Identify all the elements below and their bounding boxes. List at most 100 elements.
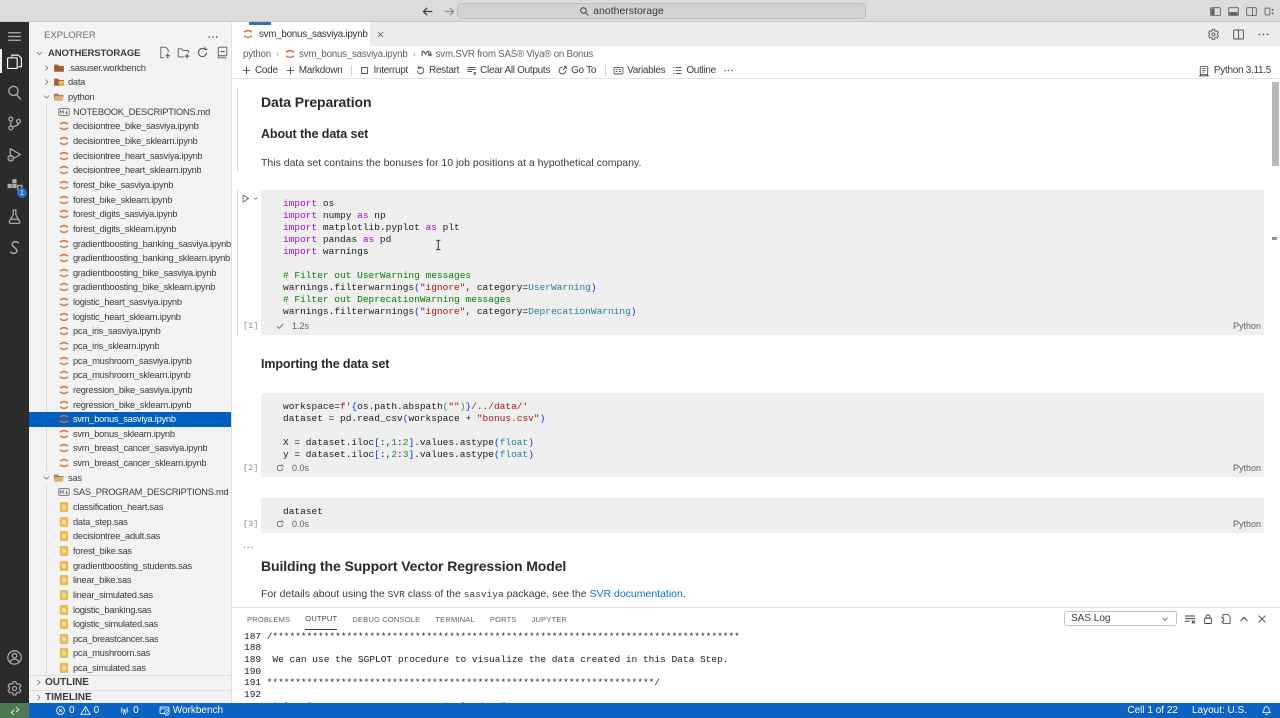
close-button[interactable] [1256, 613, 1268, 625]
collapse-all-button[interactable] [215, 46, 228, 59]
tree-item[interactable]: gradientboosting_bike_sasviya.ipynb [29, 265, 232, 280]
tab-close-icon[interactable] [376, 30, 385, 39]
output-channel-select[interactable]: SAS Log [1064, 611, 1177, 626]
panel-tab-terminal[interactable]: TERMINAL [435, 608, 475, 630]
sidebar-more-button[interactable] [207, 31, 219, 43]
tree-item[interactable]: forest_digits_sasviya.ipynb [29, 207, 232, 222]
activity-bar-item-run-and-debug[interactable] [0, 140, 29, 168]
cell-code[interactable]: dataset [283, 506, 323, 518]
tree-item[interactable]: data_step.sas [29, 514, 232, 529]
notebook-scrollbar[interactable] [1272, 82, 1279, 166]
tree-item[interactable]: gradientboosting_banking_sklearn.ipynb [29, 251, 232, 266]
panel-tab-output[interactable]: OUTPUT [305, 608, 337, 630]
tree-item[interactable]: regression_bike_sasviya.ipynb [29, 383, 232, 398]
tree-item[interactable]: decisiontree_bike_sasviya.ipynb [29, 119, 232, 134]
tree-item[interactable]: gradientboosting_bike_sklearn.ipynb [29, 280, 232, 295]
refresh-button[interactable] [196, 46, 209, 59]
status-warning-triangle[interactable]: 0 [80, 705, 100, 716]
activity-bar-item-sas[interactable] [0, 233, 29, 261]
tree-item[interactable]: pca_mushroom_sasviya.ipynb [29, 353, 232, 368]
tree-item[interactable]: svm_breast_cancer_sasviya.ipynb [29, 441, 232, 456]
tree-item[interactable]: data [29, 75, 232, 90]
tree-item[interactable]: logistic_banking.sas [29, 602, 232, 617]
toolbar-code-button[interactable]: Code [241, 65, 278, 76]
tree-item[interactable]: SAS_PROGRAM_DESCRIPTIONS.md [29, 485, 232, 500]
forward-button[interactable] [443, 3, 456, 19]
code-cell-1[interactable]: import osimport numpy as npimport matplo… [261, 190, 1264, 335]
clear-output-button[interactable] [1184, 613, 1196, 625]
back-button[interactable] [421, 3, 434, 19]
activity-bar-item-source-control[interactable] [0, 109, 29, 137]
section-timeline[interactable]: TIMELINE [29, 690, 231, 704]
svr-documentation-link[interactable]: SVR documentation [589, 588, 682, 600]
tree-item[interactable]: classification_heart.sas [29, 500, 232, 515]
tree-item[interactable]: decisiontree_adult.sas [29, 529, 232, 544]
tree-item[interactable]: gradientboosting_banking_sasviya.ipynb [29, 236, 232, 251]
collapsed-indicator[interactable]: ... [243, 540, 254, 551]
activity-bar-item-manage[interactable] [0, 674, 29, 702]
tree-item[interactable]: pca_breastcancer.sas [29, 631, 232, 646]
tree-item[interactable]: .sasuser.workbench [29, 61, 232, 76]
tree-item[interactable]: python [29, 90, 232, 105]
activity-bar-item-menu[interactable] [0, 22, 29, 50]
status-radio-tower[interactable]: 0 [119, 705, 139, 716]
activity-bar-item-explorer[interactable] [0, 47, 29, 75]
layout-panel-button[interactable] [1228, 6, 1239, 17]
tree-item[interactable]: svm_bonus_sklearn.ipynb [29, 427, 232, 442]
panel-tab-debug-console[interactable]: DEBUG CONSOLE [352, 608, 420, 630]
tab-more-button[interactable] [1257, 28, 1270, 41]
panel-tab-jupyter[interactable]: JUPYTER [532, 608, 568, 630]
panel-tab-problems[interactable]: PROBLEMS [247, 608, 290, 630]
tree-item[interactable]: decisiontree_heart_sklearn.ipynb [29, 163, 232, 178]
activity-bar-item-extensions[interactable]: 1 [0, 171, 29, 199]
panel-output[interactable]: 187 /***********************************… [244, 631, 740, 713]
kernel-picker[interactable]: Python 3.11.5 [1198, 62, 1271, 79]
tree-item[interactable]: logistic_heart_sklearn.ipynb [29, 309, 232, 324]
panel-tab-ports[interactable]: PORTS [490, 608, 517, 630]
tree-item[interactable]: regression_bike_sklearn.ipynb [29, 397, 232, 412]
toolbar-interrupt-button[interactable]: Interrupt [359, 65, 408, 76]
toolbar-clear-all-outputs-button[interactable]: Clear All Outputs [466, 65, 550, 76]
layout-sidebar-left-button[interactable] [1210, 6, 1221, 17]
tree-item[interactable]: sas [29, 470, 232, 485]
tree-item[interactable]: pca_mushroom.sas [29, 646, 232, 661]
toolbar-restart-button[interactable]: Restart [415, 65, 459, 76]
run-cell-button[interactable] [240, 193, 259, 204]
tree-item[interactable]: pca_simulated.sas [29, 661, 232, 676]
code-cell-3[interactable]: dataset[3]0.0sPython [261, 498, 1264, 533]
toolbar-variables-button[interactable]: Variables [613, 65, 665, 76]
toolbar-more-button[interactable] [723, 65, 734, 76]
tree-item[interactable]: pca_iris_sklearn.ipynb [29, 339, 232, 354]
status-layout-u-s-[interactable]: Layout: U.S. [1192, 705, 1247, 716]
new-folder-button[interactable] [177, 46, 190, 59]
new-file-button[interactable] [158, 46, 171, 59]
lock-button[interactable] [1202, 613, 1214, 625]
activity-bar-item-search[interactable] [0, 78, 29, 106]
tree-item[interactable]: pca_iris_sasviya.ipynb [29, 324, 232, 339]
tree-item[interactable]: decisiontree_bike_sklearn.ipynb [29, 134, 232, 149]
tree-item[interactable]: pca_mushroom_sklearn.ipynb [29, 368, 232, 383]
tree-item[interactable]: NOTEBOOK_DESCRIPTIONS.md [29, 104, 232, 119]
cell-code[interactable]: import osimport numpy as npimport matplo… [283, 198, 636, 318]
layout-sidebar-right-button[interactable] [1246, 6, 1257, 17]
breadcrumb-item[interactable]: svm_bonus_sasviya.ipynb [284, 48, 407, 60]
tree-item[interactable]: logistic_simulated.sas [29, 617, 232, 632]
tree-item[interactable]: linear_simulated.sas [29, 588, 232, 603]
tree-item[interactable]: forest_bike_sklearn.ipynb [29, 192, 232, 207]
activity-bar-item-testing[interactable] [0, 202, 29, 230]
cell-code[interactable]: workspace=f'{os.path.abspath("")}/../dat… [283, 401, 545, 461]
breadcrumb-item[interactable]: python [243, 49, 271, 60]
open-editor-button[interactable] [1220, 613, 1232, 625]
status-error-circle[interactable]: 0 [55, 705, 75, 716]
code-cell-2[interactable]: workspace=f'{os.path.abspath("")}/../dat… [261, 393, 1264, 477]
tree-item[interactable]: decisiontree_heart_sasviya.ipynb [29, 148, 232, 163]
tree-item[interactable]: forest_bike.sas [29, 544, 232, 559]
activity-bar-item-accounts[interactable] [0, 643, 29, 671]
status-cell-1-of-22[interactable]: Cell 1 of 22 [1127, 705, 1178, 716]
tab-svm-bonus-sasviya[interactable]: svm_bonus_sasviya.ipynb [232, 22, 370, 46]
tree-item[interactable]: svm_breast_cancer_sklearn.ipynb [29, 456, 232, 471]
tree-item[interactable]: gradientboosting_students.sas [29, 558, 232, 573]
status-workbench[interactable]: Workbench [159, 705, 223, 716]
chevron-up-button[interactable] [1238, 613, 1250, 625]
notebook-settings-button[interactable] [1207, 28, 1220, 41]
